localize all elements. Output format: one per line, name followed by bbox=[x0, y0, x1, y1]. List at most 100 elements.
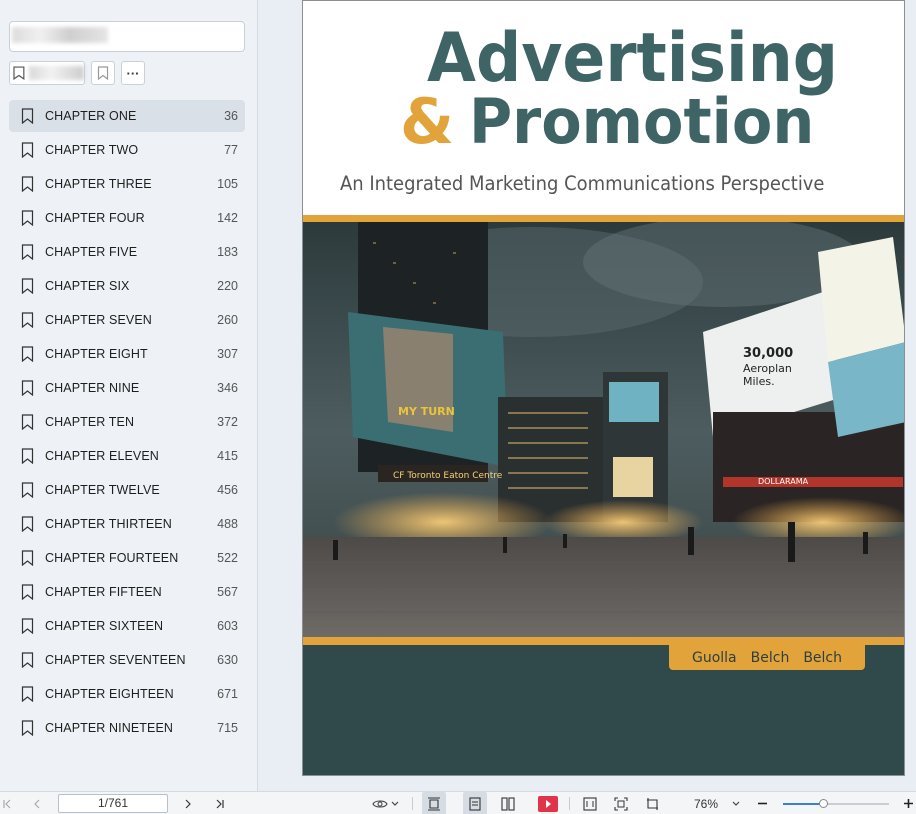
blurred-search-text bbox=[12, 27, 108, 43]
toc-item[interactable]: CHAPTER THREE 105 bbox=[9, 168, 245, 200]
bookmark-icon bbox=[21, 482, 34, 498]
toc-item[interactable]: CHAPTER FIFTEEN 567 bbox=[9, 576, 245, 608]
toc-item-page: 488 bbox=[217, 517, 238, 531]
fit-width-icon bbox=[428, 796, 440, 811]
toc-item-label: CHAPTER THIRTEEN bbox=[45, 517, 172, 531]
prev-page-button[interactable] bbox=[30, 792, 44, 814]
toc-item-page: 307 bbox=[217, 347, 238, 361]
page-number-input[interactable]: 1/761 bbox=[58, 794, 168, 813]
bookmark-icon bbox=[21, 584, 34, 600]
bookmark-icon bbox=[13, 66, 25, 80]
bookmark-icon bbox=[21, 108, 34, 124]
read-mode-dropdown[interactable] bbox=[369, 792, 401, 814]
plus-icon bbox=[903, 799, 913, 808]
zoom-slider-handle[interactable] bbox=[818, 799, 828, 808]
toc-item-page: 522 bbox=[217, 551, 238, 565]
chevron-down-icon bbox=[732, 801, 740, 806]
chevron-down-icon bbox=[391, 801, 398, 806]
toc-item-label: CHAPTER EIGHT bbox=[45, 347, 148, 361]
single-page-button[interactable] bbox=[463, 792, 487, 814]
cover-city-photo: MY TURN CF Toronto Eaton Centre 30,000 A… bbox=[303, 222, 904, 637]
toc-item[interactable]: CHAPTER THIRTEEN 488 bbox=[9, 508, 245, 540]
zoom-dropdown[interactable] bbox=[729, 792, 743, 814]
toc-item[interactable]: CHAPTER TWO 77 bbox=[9, 134, 245, 166]
toc-item-page: 36 bbox=[224, 109, 238, 123]
svg-text:Miles.: Miles. bbox=[743, 375, 775, 388]
toc-item-page: 456 bbox=[217, 483, 238, 497]
play-icon bbox=[538, 795, 558, 812]
bookmark-icon bbox=[21, 278, 34, 294]
two-page-icon bbox=[501, 796, 515, 811]
toc-item-page: 567 bbox=[217, 585, 238, 599]
chevron-left-icon bbox=[34, 799, 40, 808]
minus-icon bbox=[757, 802, 767, 805]
toc-item-page: 603 bbox=[217, 619, 238, 633]
first-page-button[interactable] bbox=[0, 792, 14, 814]
toc-item[interactable]: CHAPTER SIXTEEN 603 bbox=[9, 610, 245, 642]
crop-icon bbox=[647, 797, 658, 810]
crop-button[interactable] bbox=[643, 792, 663, 814]
toc-item[interactable]: CHAPTER FOURTEEN 522 bbox=[9, 542, 245, 574]
toc-item[interactable]: CHAPTER TWELVE 456 bbox=[9, 474, 245, 506]
eye-icon bbox=[371, 799, 388, 808]
fullscreen-icon bbox=[614, 796, 628, 811]
last-page-icon bbox=[216, 799, 224, 808]
author-name: Belch bbox=[803, 649, 843, 666]
add-bookmark-button[interactable] bbox=[91, 61, 115, 85]
fit-page-button[interactable] bbox=[580, 792, 600, 814]
table-of-contents: CHAPTER ONE 36 CHAPTER TWO 77 CHAPTER THREE 1… bbox=[9, 100, 245, 746]
bookmark-filter-button[interactable] bbox=[9, 61, 85, 85]
status-bar: 1/761 76% bbox=[0, 791, 916, 814]
bookmark-icon bbox=[21, 414, 34, 430]
zoom-level[interactable]: 76% bbox=[688, 792, 724, 814]
last-page-button[interactable] bbox=[213, 792, 227, 814]
toc-item[interactable]: CHAPTER FOUR 142 bbox=[9, 202, 245, 234]
cover-subtitle: An Integrated Marketing Communications P… bbox=[340, 172, 825, 195]
svg-text:MY TURN: MY TURN bbox=[398, 405, 455, 418]
bookmark-icon bbox=[21, 346, 34, 362]
toc-item-page: 142 bbox=[217, 211, 238, 225]
bookmark-icon bbox=[21, 652, 34, 668]
cover-bottom-band bbox=[303, 637, 904, 645]
zoom-in-button[interactable] bbox=[901, 792, 915, 814]
toc-item[interactable]: CHAPTER NINE 346 bbox=[9, 372, 245, 404]
toc-item-label: CHAPTER NINE bbox=[45, 381, 140, 395]
more-options-button[interactable]: ··· bbox=[121, 61, 145, 85]
bookmark-icon bbox=[21, 686, 34, 702]
toc-item[interactable]: CHAPTER EIGHT 307 bbox=[9, 338, 245, 370]
toc-item-page: 630 bbox=[217, 653, 238, 667]
fit-width-button[interactable] bbox=[422, 792, 446, 814]
toc-item[interactable]: CHAPTER SEVEN 260 bbox=[9, 304, 245, 336]
svg-text:DOLLARAMA: DOLLARAMA bbox=[758, 477, 809, 486]
svg-text:CF Toronto Eaton Centre: CF Toronto Eaton Centre bbox=[393, 471, 503, 481]
author-name: Belch bbox=[750, 649, 790, 666]
toc-item-label: CHAPTER TEN bbox=[45, 415, 135, 429]
toc-item[interactable]: CHAPTER ONE 36 bbox=[9, 100, 245, 132]
bookmark-icon bbox=[21, 244, 34, 260]
slideshow-button[interactable] bbox=[537, 792, 559, 814]
cover-ampersand: & bbox=[400, 85, 455, 158]
cover-top-band bbox=[303, 215, 904, 222]
toc-item[interactable]: CHAPTER SIX 220 bbox=[9, 270, 245, 302]
toc-item-page: 415 bbox=[217, 449, 238, 463]
toc-item-label: CHAPTER ONE bbox=[45, 109, 137, 123]
first-page-icon bbox=[3, 799, 11, 808]
toc-item[interactable]: CHAPTER ELEVEN 415 bbox=[9, 440, 245, 472]
zoom-out-button[interactable] bbox=[755, 792, 769, 814]
toc-item[interactable]: CHAPTER FIVE 183 bbox=[9, 236, 245, 268]
bookmark-icon bbox=[21, 176, 34, 192]
svg-text:30,000: 30,000 bbox=[743, 346, 793, 361]
toc-item-label: CHAPTER SEVEN bbox=[45, 313, 152, 327]
fullscreen-button[interactable] bbox=[611, 792, 631, 814]
two-page-button[interactable] bbox=[496, 792, 520, 814]
toc-item-page: 671 bbox=[217, 687, 238, 701]
bookmark-icon bbox=[21, 210, 34, 226]
toc-item[interactable]: CHAPTER EIGHTEEN 671 bbox=[9, 678, 245, 710]
toc-item-page: 183 bbox=[217, 245, 238, 259]
more-icon: ··· bbox=[126, 65, 140, 81]
toc-item-page: 220 bbox=[217, 279, 238, 293]
toc-item[interactable]: CHAPTER SEVENTEEN 630 bbox=[9, 644, 245, 676]
toc-item[interactable]: CHAPTER TEN 372 bbox=[9, 406, 245, 438]
next-page-button[interactable] bbox=[181, 792, 195, 814]
toc-item[interactable]: CHAPTER NINETEEN 715 bbox=[9, 712, 245, 744]
